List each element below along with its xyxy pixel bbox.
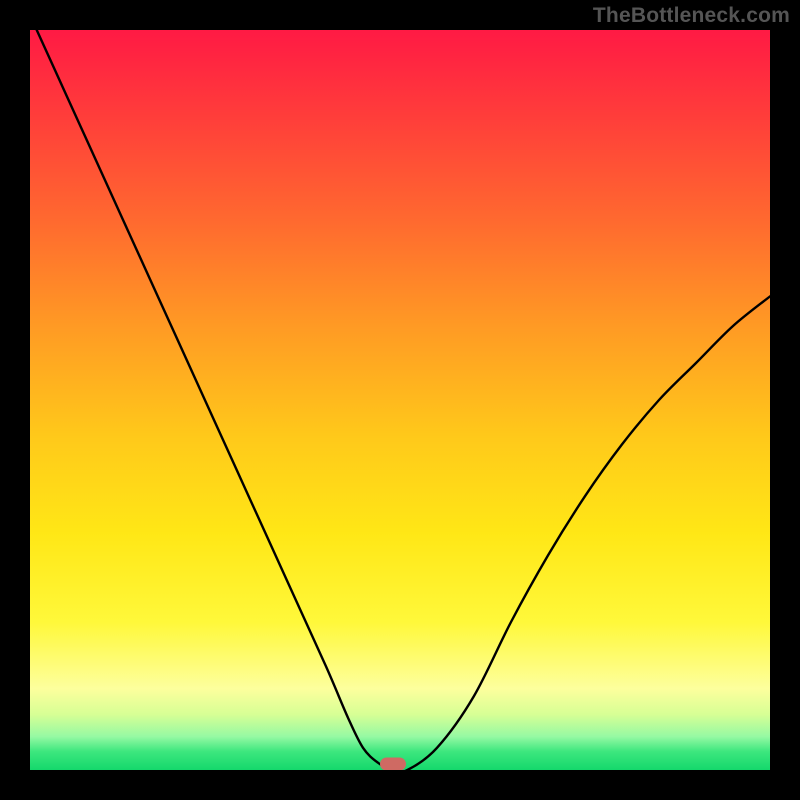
chart-frame: TheBottleneck.com — [0, 0, 800, 800]
plot-area — [30, 30, 770, 770]
curve-path — [30, 30, 770, 770]
watermark-text: TheBottleneck.com — [593, 4, 790, 28]
bottleneck-curve — [30, 30, 770, 770]
optimal-marker — [380, 758, 406, 771]
